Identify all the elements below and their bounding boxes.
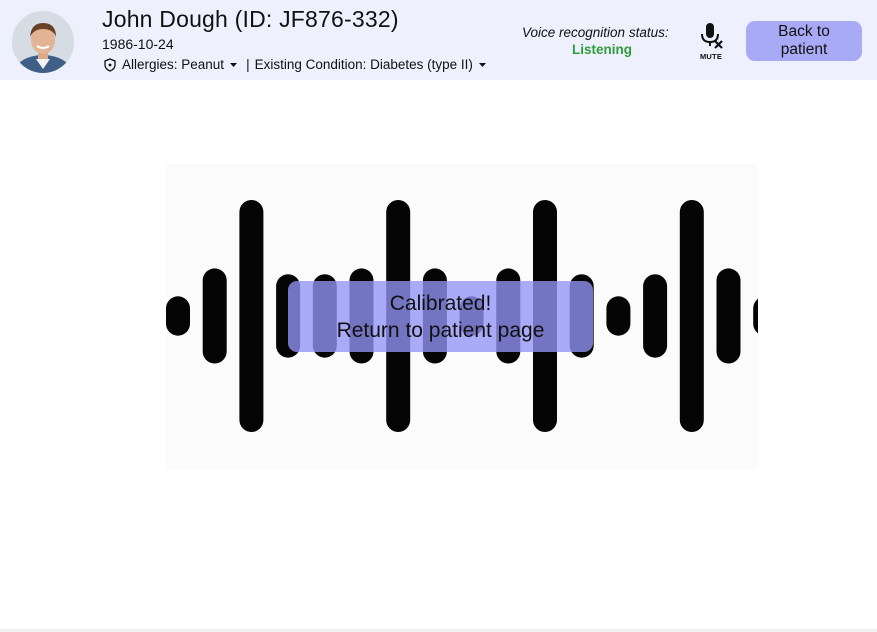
- patient-dob: 1986-10-24: [102, 36, 174, 52]
- avatar-photo: [12, 11, 74, 73]
- calibration-title: Calibrated!: [389, 291, 492, 315]
- waveform-bar: [606, 296, 631, 336]
- patient-header: John Dough (ID: JF876-332) 1986-10-24 Al…: [0, 0, 877, 80]
- patient-info-row: Allergies: Peanut | Existing Condition: …: [104, 57, 493, 72]
- waveform-bar: [753, 298, 758, 334]
- waveform-bar: [166, 296, 190, 336]
- mute-button[interactable]: MUTE: [695, 22, 727, 62]
- patient-name: John Dough (ID: JF876-332): [102, 6, 399, 32]
- waveform-bar: [716, 268, 741, 364]
- waveform-bar: [239, 200, 264, 432]
- condition-dropdown[interactable]: Existing Condition: Diabetes (type II): [255, 57, 473, 72]
- calibration-link-text: Return to patient page: [336, 318, 545, 342]
- mute-label: MUTE: [699, 52, 723, 61]
- shield-icon: [104, 57, 116, 72]
- info-separator: |: [246, 57, 250, 72]
- waveform-bar: [643, 274, 668, 358]
- avatar: [12, 11, 74, 73]
- back-button-line1: Back to: [778, 23, 830, 40]
- allergies-dropdown[interactable]: Allergies: Peanut: [122, 57, 224, 72]
- caret-down-icon[interactable]: [229, 60, 238, 69]
- voice-status-label: Voice recognition status:: [522, 25, 669, 40]
- waveform-bar: [202, 268, 227, 364]
- microphone-muted-icon: [701, 23, 723, 49]
- back-to-patient-button[interactable]: Back to patient: [746, 21, 862, 61]
- calibration-complete-button[interactable]: Calibrated! Return to patient page: [288, 281, 593, 352]
- voice-status-value: Listening: [572, 42, 632, 57]
- caret-down-icon[interactable]: [478, 60, 487, 69]
- waveform-bar: [679, 200, 704, 432]
- back-button-line2: patient: [780, 41, 828, 58]
